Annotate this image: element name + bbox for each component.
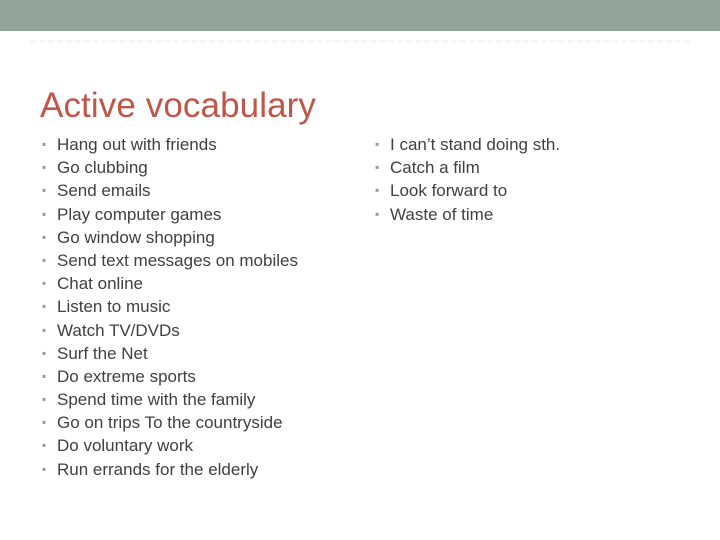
list-item: ▪ Run errands for the elderly — [42, 458, 372, 481]
bullet-point-icon: ▪ — [42, 368, 47, 383]
list-item-label: Waste of time — [390, 204, 494, 224]
bullet-column-left: ▪ Hang out with friends ▪ Go clubbing ▪ Send … — [42, 133, 372, 481]
list-item: ▪ Play computer games — [42, 203, 372, 226]
bullet-point-icon: ▪ — [375, 137, 380, 151]
list-item-label: Go clubbing — [57, 158, 148, 178]
list-item: ▪ Do voluntary work — [42, 434, 372, 457]
bullet-point-icon: ▪ — [42, 299, 47, 314]
bullet-point-icon: ▪ — [42, 438, 47, 453]
bullet-point-icon: ▪ — [42, 276, 47, 291]
list-item: ▪ I can’t stand doing sth. — [375, 133, 695, 156]
bullet-point-icon: ▪ — [42, 392, 47, 407]
bullet-column-right: ▪ I can’t stand doing sth. ▪ Catch a film ▪ L… — [375, 133, 695, 226]
bullet-point-icon: ▪ — [375, 160, 380, 175]
list-item: ▪ Surf the Net — [42, 342, 372, 365]
slide-top-banner — [0, 0, 720, 31]
list-item: ▪ Send text messages on mobiles — [42, 249, 372, 272]
list-item-label: Chat online — [57, 274, 144, 294]
list-item: ▪ Do extreme sports — [42, 365, 372, 388]
list-item-label: Hang out with friends — [57, 135, 217, 154]
bullet-point-icon: ▪ — [375, 206, 380, 221]
list-item: ▪ Catch a film — [375, 156, 695, 179]
list-item-label: Send emails — [57, 181, 151, 201]
presentation-slide: Active vocabulary ▪ Hang out with friends… — [0, 0, 720, 540]
list-item-label: Watch TV/DVDs — [57, 320, 180, 340]
list-item-label: Do voluntary work — [57, 436, 194, 456]
list-item-label: Spend time with the family — [57, 390, 256, 410]
list-item: ▪ Hang out with friends — [42, 133, 372, 156]
list-item: ▪ Go clubbing — [42, 156, 372, 179]
bullet-point-icon: ▪ — [42, 415, 47, 430]
list-item: ▪ Waste of time — [375, 203, 695, 226]
bullet-point-icon: ▪ — [42, 206, 47, 221]
list-item: ▪ Go window shopping — [42, 226, 372, 249]
list-item: ▪ Listen to music — [42, 295, 372, 318]
page-title: Active vocabulary — [40, 86, 316, 126]
bullet-point-icon: ▪ — [42, 322, 47, 337]
list-item: ▪ Spend time with the family — [42, 388, 372, 411]
bullet-point-icon: ▪ — [42, 345, 47, 360]
bullet-point-icon: ▪ — [42, 461, 47, 476]
bullet-point-icon: ▪ — [42, 160, 47, 175]
title-divider-rule — [30, 40, 690, 43]
list-item-label: I can’t stand doing sth. — [390, 135, 561, 154]
list-item-label: Play computer games — [57, 204, 222, 224]
list-item-label: Catch a film — [390, 158, 480, 178]
list-item: ▪ Watch TV/DVDs — [42, 319, 372, 342]
list-item: ▪ Chat online — [42, 272, 372, 295]
list-item: ▪ Look forward to — [375, 179, 695, 202]
bullet-point-icon: ▪ — [42, 137, 47, 151]
list-item-label: Run errands for the elderly — [57, 459, 259, 479]
list-item: ▪ Send emails — [42, 179, 372, 202]
list-item-label: Go on trips To the countryside — [57, 413, 283, 433]
bullet-point-icon: ▪ — [42, 252, 47, 267]
list-item-label: Do extreme sports — [57, 366, 196, 386]
list-item-label: Go window shopping — [57, 227, 215, 247]
list-item-label: Surf the Net — [57, 343, 148, 363]
bullet-point-icon: ▪ — [42, 229, 47, 244]
bullet-point-icon: ▪ — [375, 183, 380, 198]
list-item-label: Send text messages on mobiles — [57, 250, 298, 270]
bullet-point-icon: ▪ — [42, 183, 47, 198]
list-item: ▪ Go on trips To the countryside — [42, 411, 372, 434]
list-item-label: Look forward to — [390, 181, 508, 201]
list-item-label: Listen to music — [57, 297, 171, 317]
